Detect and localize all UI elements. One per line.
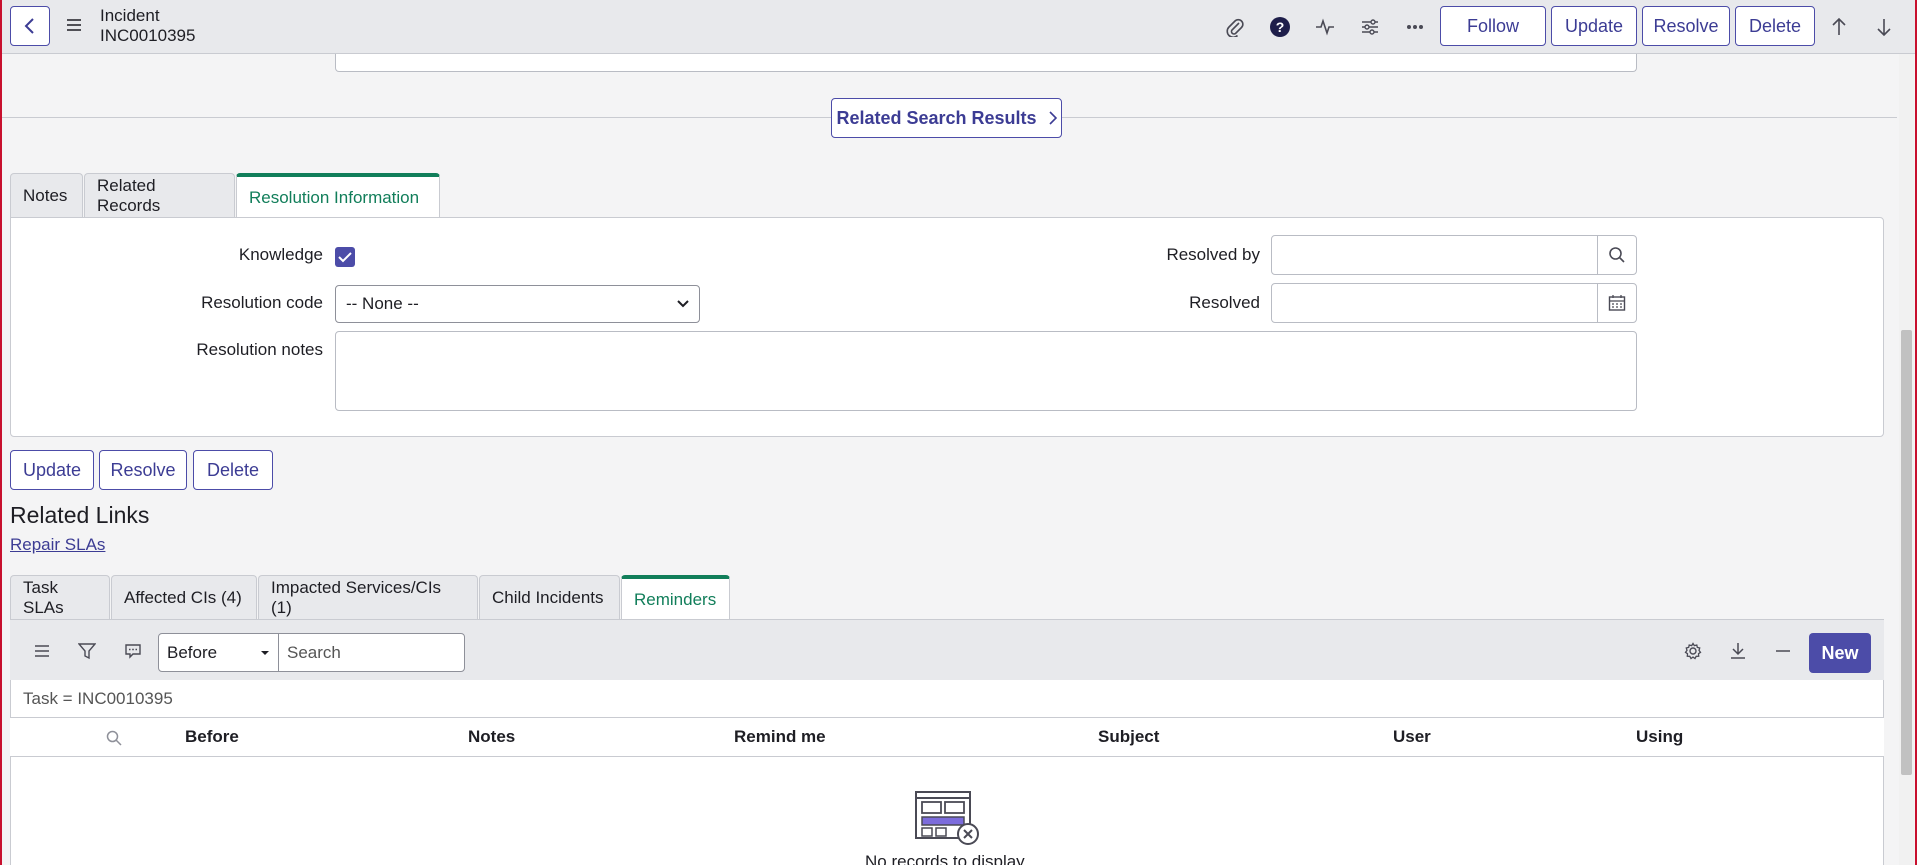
form-header: Incident INC0010395 ? Follow Update Reso… [0,0,1917,54]
resolution-code-label: Resolution code [201,293,323,312]
column-header-remind-me[interactable]: Remind me [734,727,826,747]
resolve-button-bottom[interactable]: Resolve [99,450,187,490]
empty-list-message: No records to display [865,852,1025,865]
chevron-right-icon [1048,111,1057,125]
search-field-value: Before [167,642,218,662]
new-button[interactable]: New [1809,633,1871,673]
tab-task-slas[interactable]: Task SLAs [10,575,110,620]
no-records-icon [915,791,979,845]
list-search-input[interactable] [278,633,465,672]
related-search-results-button[interactable]: Related Search Results [831,98,1062,138]
chevron-left-icon [24,18,34,34]
follow-button[interactable]: Follow [1440,6,1546,46]
related-search-label: Related Search Results [836,107,1037,128]
settings-sliders-icon[interactable] [1357,14,1383,40]
search-icon [1609,247,1625,263]
resolution-notes-textarea[interactable] [335,331,1637,411]
resolution-code-value: -- None -- [346,294,419,313]
show-columns-icon[interactable] [122,640,144,662]
tab-resolution-information[interactable]: Resolution Information [236,173,440,219]
resolved-date-input[interactable] [1271,283,1598,323]
arrow-down-icon[interactable] [1871,14,1897,40]
back-button[interactable] [10,6,50,46]
form-section-tabs: Notes Related Records Resolution Informa… [10,173,441,219]
gear-icon[interactable] [1682,640,1704,662]
caret-down-icon [261,650,269,655]
knowledge-label: Knowledge [238,245,323,264]
column-header-using[interactable]: Using [1636,727,1683,747]
resolved-date-picker-button[interactable] [1597,283,1637,323]
column-header-subject[interactable]: Subject [1098,727,1159,747]
record-number: INC0010395 [100,26,196,45]
check-icon [338,252,352,263]
scrollbar-thumb[interactable] [1901,330,1912,775]
delete-button[interactable]: Delete [1735,6,1815,46]
record-title: Incident INC0010395 [100,6,195,46]
arrow-up-icon[interactable] [1826,14,1852,40]
calendar-icon [1608,295,1626,311]
knowledge-checkbox[interactable] [335,247,355,267]
delete-button-bottom[interactable]: Delete [193,450,273,490]
tab-affected-cis[interactable]: Affected CIs (4) [111,575,257,620]
resolved-label: Resolved [1189,293,1260,312]
tab-impacted-services[interactable]: Impacted Services/CIs (1) [258,575,478,620]
tab-related-records[interactable]: Related Records [84,173,235,218]
list-filter-breadcrumb[interactable]: Task = INC0010395 [23,689,173,709]
tab-notes[interactable]: Notes [10,173,83,218]
frame-border-left [0,0,2,865]
column-header-notes[interactable]: Notes [468,727,515,747]
column-header-user[interactable]: User [1393,727,1431,747]
paperclip-icon[interactable] [1222,14,1248,40]
repair-slas-link[interactable]: Repair SLAs [10,535,105,555]
collapse-icon[interactable] [1772,640,1794,662]
related-list-tabs: Task SLAs Affected CIs (4) Impacted Serv… [10,575,731,621]
list-header-row [10,717,1884,757]
empty-list-illustration [914,790,984,855]
more-options-icon[interactable] [1402,14,1428,40]
update-button-bottom[interactable]: Update [10,450,94,490]
help-icon[interactable]: ? [1267,14,1293,40]
activity-icon[interactable] [1312,14,1338,40]
tab-child-incidents[interactable]: Child Incidents [479,575,620,620]
download-icon[interactable] [1727,640,1749,662]
search-field-select[interactable]: Before [158,633,279,672]
context-menu-icon[interactable] [64,15,84,35]
related-links-heading: Related Links [10,502,150,528]
list-menu-icon[interactable] [31,640,53,662]
resolved-by-input[interactable] [1271,235,1598,275]
table-name: Incident [100,6,160,25]
resolution-code-select[interactable]: -- None -- [335,285,700,323]
column-search-icon[interactable] [103,727,125,749]
svg-text:?: ? [1276,19,1285,35]
update-button[interactable]: Update [1551,6,1637,46]
filter-icon[interactable] [76,640,98,662]
resolved-by-lookup-button[interactable] [1597,235,1637,275]
resolution-notes-label: Resolution notes [196,340,323,359]
resolve-button[interactable]: Resolve [1642,6,1730,46]
column-header-before[interactable]: Before [185,727,239,747]
resolved-by-label: Resolved by [1166,245,1260,264]
tab-reminders[interactable]: Reminders [621,575,730,621]
chevron-down-icon [677,300,689,308]
